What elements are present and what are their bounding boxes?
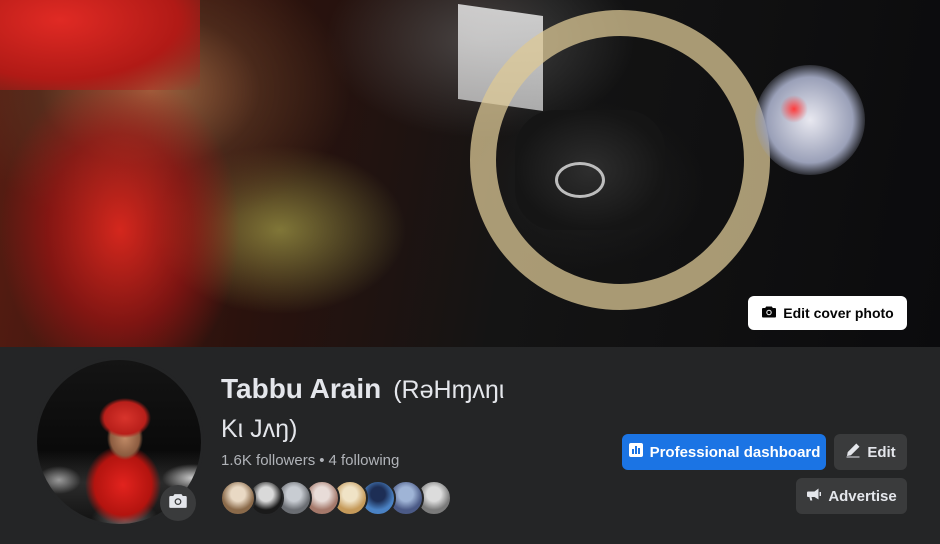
advertise-button[interactable]: Advertise [796,478,907,514]
professional-dashboard-label: Professional dashboard [649,443,821,461]
edit-cover-photo-button[interactable]: Edit cover photo [748,296,907,330]
profile-name-alternate-cont: Kι Jʌŋ) [221,415,298,443]
cover-photo-detail [0,0,200,90]
friend-avatar[interactable] [220,480,256,516]
separator: • [319,452,325,469]
update-profile-picture-button[interactable] [160,485,196,521]
following-link[interactable]: 4 following [328,452,399,469]
cover-photo-detail [755,65,865,175]
cover-photo-detail [780,95,808,123]
advertise-label: Advertise [828,487,897,505]
camera-icon [761,304,777,323]
profile-name-alternate: (RəHɱʌŋι [393,376,505,404]
followers-link[interactable]: 1.6K followers [221,452,315,469]
edit-cover-photo-label: Edit cover photo [783,305,894,321]
pencil-icon [845,442,861,462]
profile-name: Tabbu Arain (RəHɱʌŋι Kι Jʌŋ) [221,370,591,448]
professional-dashboard-button[interactable]: Professional dashboard [622,434,826,470]
follower-stats: 1.6K followers • 4 following [221,452,399,469]
camera-icon [168,491,188,516]
profile-name-primary: Tabbu Arain [221,373,382,404]
cover-photo-detail [555,162,605,198]
megaphone-icon [806,486,822,506]
friend-avatars [220,480,452,516]
edit-label: Edit [867,443,896,461]
cover-photo[interactable] [0,0,940,347]
bar-chart-icon [628,442,644,462]
edit-profile-button[interactable]: Edit [834,434,907,470]
